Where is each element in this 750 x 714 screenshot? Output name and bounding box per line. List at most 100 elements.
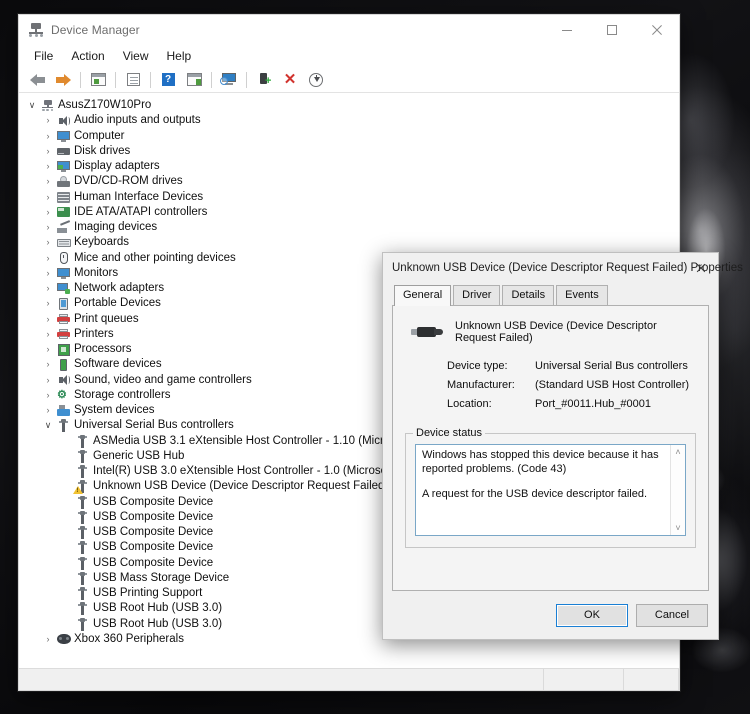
usb-icon — [74, 464, 91, 479]
chevron-right-icon[interactable]: › — [41, 388, 55, 403]
ok-button[interactable]: OK — [556, 603, 628, 627]
usb-icon — [74, 540, 91, 555]
forward-button[interactable] — [51, 69, 75, 91]
tab-driver[interactable]: Driver — [453, 285, 501, 305]
tree-item-label: Storage controllers — [74, 388, 171, 401]
warning-triangle-icon — [73, 486, 83, 495]
chevron-right-icon[interactable]: › — [41, 174, 55, 189]
toolbar-separator — [115, 71, 116, 88]
show-hidden-devices-button[interactable] — [121, 69, 145, 91]
window-title: Device Manager — [51, 23, 140, 37]
properties-button[interactable] — [86, 69, 110, 91]
tree-item-display-adapters[interactable]: › Display adapters — [19, 159, 679, 174]
tree-item-label: USB Root Hub (USB 3.0) — [93, 617, 223, 630]
update-driver-button[interactable] — [182, 69, 206, 91]
chevron-right-icon[interactable]: › — [41, 296, 55, 311]
disable-device-icon — [309, 72, 323, 87]
system-device-icon — [55, 403, 72, 418]
chevron-right-icon[interactable]: › — [41, 251, 55, 266]
xbox-controller-icon — [55, 632, 72, 647]
chevron-right-icon[interactable]: › — [41, 190, 55, 205]
back-button[interactable] — [25, 69, 49, 91]
dialog-tabs: General Driver Details Events — [392, 284, 709, 306]
menu-item-view[interactable]: View — [114, 46, 158, 66]
tree-item-dvd-cd-rom-drives[interactable]: › DVD/CD-ROM drives — [19, 174, 679, 189]
scan-for-hardware-changes-button[interactable] — [217, 69, 241, 91]
device-status-text: Windows has stopped this device because … — [416, 445, 670, 535]
device-properties-list: Device type: Universal Serial Bus contro… — [405, 360, 696, 417]
close-icon[interactable] — [634, 15, 679, 45]
tree-item-label: Printers — [74, 327, 114, 340]
tree-item-label: DVD/CD-ROM drives — [74, 175, 183, 188]
chevron-right-icon[interactable]: › — [41, 373, 55, 388]
uninstall-device-button[interactable]: ✕ — [278, 69, 302, 91]
menu-item-file[interactable]: File — [25, 46, 62, 66]
chevron-right-icon[interactable]: › — [41, 205, 55, 220]
menu-item-action[interactable]: Action — [62, 46, 113, 66]
chevron-right-icon[interactable]: › — [41, 281, 55, 296]
tab-general[interactable]: General — [394, 285, 452, 306]
tree-item-human-interface-devices[interactable]: › Human Interface Devices — [19, 190, 679, 205]
chevron-down-icon[interactable]: ∨ — [25, 98, 39, 113]
device-status-box[interactable]: Windows has stopped this device because … — [415, 444, 686, 536]
chevron-right-icon[interactable]: › — [41, 144, 55, 159]
tab-events[interactable]: Events — [556, 285, 608, 305]
monitor-icon — [55, 266, 72, 281]
chevron-right-icon[interactable]: › — [41, 129, 55, 144]
scroll-up-icon[interactable]: ˄ — [675, 447, 680, 457]
chevron-right-icon[interactable]: › — [41, 220, 55, 235]
imaging-device-icon — [55, 220, 72, 235]
help-button[interactable]: ? — [156, 69, 180, 91]
chevron-down-icon[interactable]: ∨ — [41, 418, 55, 433]
tree-item-computer[interactable]: › Computer — [19, 129, 679, 144]
usb-icon — [74, 495, 91, 510]
tree-item-root[interactable]: ∨ AsusZ170W10Pro — [19, 98, 679, 113]
device-status-line-2: A request for the USB device descriptor … — [422, 488, 648, 500]
tree-item-imaging-devices[interactable]: › Imaging devices — [19, 220, 679, 235]
chevron-right-icon[interactable]: › — [41, 632, 55, 647]
tree-item-keyboards[interactable]: › Keyboards — [19, 235, 679, 250]
forward-icon — [55, 73, 71, 86]
tree-item-ide-ata-atapi-controllers[interactable]: › IDE ATA/ATAPI controllers — [19, 205, 679, 220]
maximize-button[interactable] — [589, 15, 634, 45]
property-row-manufacturer: Manufacturer: (Standard USB Host Control… — [447, 379, 696, 391]
chevron-right-icon[interactable]: › — [41, 266, 55, 281]
usb-icon — [74, 586, 91, 601]
tree-item-audio-inputs-and-outputs[interactable]: › Audio inputs and outputs — [19, 113, 679, 128]
tree-item-label: Human Interface Devices — [74, 190, 204, 203]
processor-icon — [55, 342, 72, 357]
chevron-right-icon[interactable]: › — [41, 357, 55, 372]
minimize-button[interactable] — [544, 15, 589, 45]
enable-device-button[interactable]: + — [252, 69, 276, 91]
device-manager-icon — [28, 22, 44, 38]
window-controls — [544, 15, 679, 45]
tree-item-label: System devices — [74, 404, 155, 417]
menu-item-help[interactable]: Help — [158, 46, 201, 66]
menu-bar: File Action View Help — [19, 45, 679, 67]
tree-item-label: USB Mass Storage Device — [93, 571, 230, 584]
usb-icon — [74, 525, 91, 540]
usb-icon — [74, 571, 91, 586]
tree-item-label: Print queues — [74, 312, 139, 325]
chevron-right-icon[interactable]: › — [41, 342, 55, 357]
chevron-right-icon[interactable]: › — [41, 235, 55, 250]
tree-item-disk-drives[interactable]: › Disk drives — [19, 144, 679, 159]
chevron-right-icon[interactable]: › — [41, 403, 55, 418]
tree-item-label: USB Composite Device — [93, 526, 214, 539]
device-status-scrollbar[interactable]: ˄ ˅ — [670, 445, 685, 535]
scroll-down-icon[interactable]: ˅ — [675, 523, 680, 533]
tree-item-label: USB Root Hub (USB 3.0) — [93, 602, 223, 615]
cancel-button[interactable]: Cancel — [636, 603, 708, 627]
chevron-right-icon[interactable]: › — [41, 113, 55, 128]
chevron-right-icon[interactable]: › — [41, 327, 55, 342]
status-bar-secondary-cell — [544, 669, 624, 690]
mouse-icon — [55, 251, 72, 266]
chevron-right-icon[interactable]: › — [41, 159, 55, 174]
tree-item-label: Unknown USB Device (Device Descriptor Re… — [93, 480, 389, 493]
tab-details[interactable]: Details — [502, 285, 555, 305]
disable-device-button[interactable] — [304, 69, 328, 91]
hid-icon — [55, 190, 72, 205]
network-adapter-icon — [55, 281, 72, 296]
close-icon[interactable] — [684, 253, 718, 282]
chevron-right-icon[interactable]: › — [41, 312, 55, 327]
